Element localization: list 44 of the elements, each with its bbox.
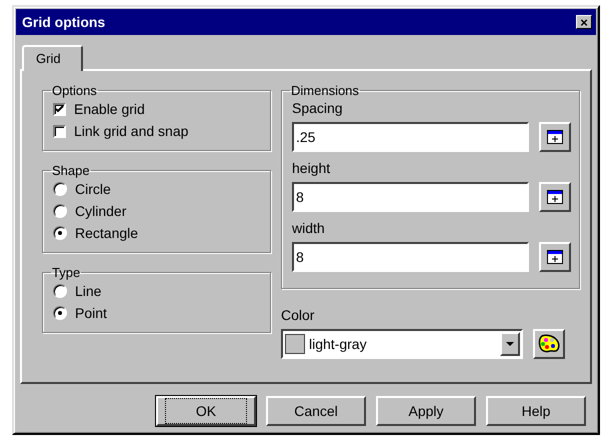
palette-button[interactable] (533, 329, 565, 359)
calculator-button[interactable] (539, 182, 571, 212)
checkbox[interactable] (53, 124, 66, 138)
option-label[interactable]: Circle (75, 181, 111, 197)
calculator-icon (547, 190, 563, 204)
color-dropdown[interactable]: light-gray (281, 329, 523, 359)
radio-button[interactable] (53, 306, 67, 320)
option-label[interactable]: Point (75, 305, 107, 321)
color-swatch (285, 334, 305, 354)
checkbox[interactable] (53, 102, 66, 116)
calculator-button[interactable] (539, 242, 571, 272)
radio-button[interactable] (53, 182, 67, 196)
option-label[interactable]: Enable grid (74, 101, 145, 117)
input-field[interactable]: .25 (292, 122, 529, 152)
field-label: Color (281, 307, 316, 323)
radio-button[interactable] (53, 226, 67, 240)
calculator-button[interactable] (539, 122, 571, 152)
calculator-icon (547, 250, 563, 264)
calculator-icon (547, 130, 563, 144)
window-title: Grid options (22, 14, 106, 30)
palette-icon (538, 334, 560, 354)
option-label[interactable]: Link grid and snap (74, 123, 188, 139)
option-label[interactable]: Line (75, 283, 102, 299)
field-label: height (292, 160, 332, 176)
option-label[interactable]: Cylinder (75, 203, 126, 219)
dialog-button[interactable]: Help (486, 396, 586, 426)
group-title: Shape (51, 163, 91, 178)
input-field[interactable]: 8 (292, 242, 529, 272)
radio-button[interactable] (53, 204, 67, 218)
dialog-button[interactable]: Cancel (266, 396, 366, 426)
group-title: Dimensions (290, 83, 360, 98)
field-label: Spacing (292, 100, 344, 116)
caret-icon (506, 342, 514, 346)
option-label[interactable]: Rectangle (75, 225, 138, 241)
group-title: Type (51, 265, 82, 280)
tab[interactable]: Grid (22, 45, 83, 71)
close-button[interactable]: × (576, 15, 592, 29)
dialog-button[interactable]: OK (156, 396, 256, 426)
dropdown-arrow-button[interactable] (500, 332, 520, 356)
field-label: width (292, 220, 326, 236)
dialog-button[interactable]: Apply (376, 396, 476, 426)
group-title: Options (51, 83, 98, 98)
input-field[interactable]: 8 (292, 182, 529, 212)
radio-button[interactable] (53, 284, 67, 298)
